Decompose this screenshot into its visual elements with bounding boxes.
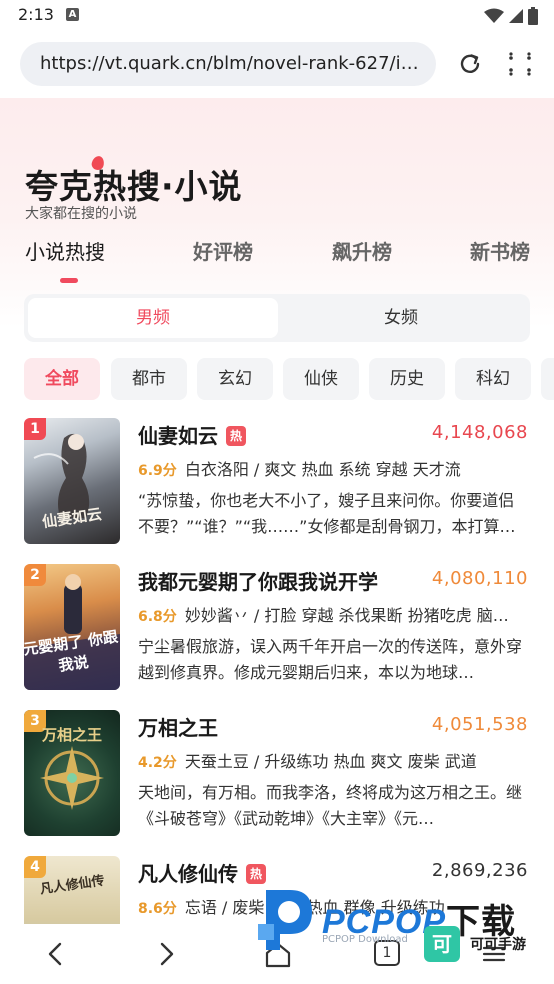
page-subtitle: 大家都在搜的小说 xyxy=(25,206,137,222)
tab-new[interactable]: 新书榜 xyxy=(470,236,530,265)
cover-title: 万相之王 xyxy=(41,726,102,744)
hot-tag: 热 xyxy=(246,864,266,884)
tab-hot[interactable]: 小说热搜 xyxy=(25,236,105,265)
chip-scifi[interactable]: 科幻 xyxy=(455,358,531,400)
status-icons xyxy=(484,7,538,25)
forward-icon[interactable] xyxy=(150,938,182,970)
rank-badge: 2 xyxy=(24,564,46,586)
book-desc: 宁尘暑假旅游，误入两千年开启一次的传送阵，意外穿越到修真界。修成元婴期后归来，本… xyxy=(138,637,523,682)
book-meta: 4.2分 天蚕土豆 / 升级练功 热血 爽文 废柴 武道 xyxy=(138,748,530,772)
status-bar: 2:13 A xyxy=(0,0,554,32)
rank-tabs: 小说热搜 好评榜 飙升榜 新书榜 xyxy=(0,236,554,286)
score: 6.8分 xyxy=(138,609,177,625)
chip-fantasy[interactable]: 玄幻 xyxy=(197,358,273,400)
list-item[interactable]: 3 万相之王 万相之王 4,051,538 4.2分 天蚕土豆 / 升级练功 热血… xyxy=(0,708,554,838)
book-title: 凡人修仙传 xyxy=(138,862,238,886)
reload-icon[interactable] xyxy=(456,50,484,78)
score: 8.6分 xyxy=(138,901,177,917)
chip-all[interactable]: 全部 xyxy=(24,358,100,400)
score: 4.2分 xyxy=(138,755,177,771)
tab-indicator xyxy=(60,278,78,283)
heat-value: 4,051,538 xyxy=(431,714,528,735)
gender-toggle: 男频 女频 xyxy=(24,294,530,342)
url-field[interactable]: https://vt.quark.cn/blm/novel-rank-627/i… xyxy=(20,42,436,86)
heat-value: 4,148,068 xyxy=(431,422,528,443)
chip-more[interactable] xyxy=(541,358,554,400)
chip-urban[interactable]: 都市 xyxy=(111,358,187,400)
book-title: 我都元婴期了你跟我说开学 xyxy=(138,570,378,594)
list-item[interactable]: 4 凡人修仙传 凡人修仙传热 2,869,236 8.6分 忘语 / 废柴 凡人 … xyxy=(0,854,554,924)
list-item[interactable]: 1 仙妻如云 仙妻如云热 4,148,068 6.9分 白衣洛阳 / 爽文 热血 … xyxy=(0,416,554,546)
browser-toolbar: https://vt.quark.cn/blm/novel-rank-627/i… xyxy=(0,32,554,98)
gender-male-option[interactable]: 男频 xyxy=(28,298,278,338)
page-title: 夸克热搜·小说 xyxy=(25,167,243,206)
category-chips: 全部 都市 玄幻 仙侠 历史 科幻 xyxy=(24,358,554,400)
book-title-row[interactable]: 仙妻如云热 xyxy=(138,420,246,449)
author-tags: 忘语 / 废柴 凡人 热血 群像 升级练功 xyxy=(184,898,445,917)
book-meta: 8.6分 忘语 / 废柴 凡人 热血 群像 升级练功 xyxy=(138,894,530,918)
book-title-row[interactable]: 万相之王 xyxy=(138,712,218,741)
notification-icon: A xyxy=(66,8,79,21)
book-meta: 6.8分 妙妙酱丷 / 打脸 穿越 杀伐果断 扮猪吃虎 脑… xyxy=(138,602,530,626)
chip-history[interactable]: 历史 xyxy=(369,358,445,400)
book-title: 仙妻如云 xyxy=(138,424,218,448)
book-title-row[interactable]: 凡人修仙传热 xyxy=(138,858,266,887)
heat-value: 4,080,110 xyxy=(431,568,528,589)
book-desc: 天地间，有万相。而我李洛，终将成为这万相之王。继《斗破苍穹》《武动乾坤》《大主宰… xyxy=(138,783,523,828)
rank-badge: 4 xyxy=(24,856,46,878)
list-item[interactable]: 2 元婴期了 你跟我说 我都元婴期了你跟我说开学 4,080,110 6.8分妙… xyxy=(0,562,554,692)
menu-icon[interactable] xyxy=(506,50,534,78)
tab-rising[interactable]: 飙升榜 xyxy=(332,236,392,265)
signal-icon xyxy=(509,9,523,23)
tab-top-rated[interactable]: 好评榜 xyxy=(193,236,253,265)
book-cover[interactable]: 2 元婴期了 你跟我说 xyxy=(24,564,120,690)
page-content: 夸克热搜·小说 大家都在搜的小说 小说热搜 好评榜 飙升榜 新书榜 男频 女频 … xyxy=(0,98,554,924)
home-icon[interactable] xyxy=(262,938,294,970)
gender-female-option[interactable]: 女频 xyxy=(276,298,526,338)
book-cover[interactable]: 1 仙妻如云 xyxy=(24,418,120,544)
book-cover[interactable]: 3 万相之王 xyxy=(24,710,120,836)
book-title-row[interactable]: 我都元婴期了你跟我说开学 xyxy=(138,566,378,595)
author-tags: 白衣洛阳 / 爽文 热血 系统 穿越 天才流 xyxy=(184,460,461,479)
battery-icon xyxy=(528,7,538,25)
score: 6.9分 xyxy=(138,463,177,479)
author-tags: 天蚕土豆 / 升级练功 热血 爽文 废柴 武道 xyxy=(184,752,477,771)
book-desc: “苏惊蛰，你也老大不小了，嫂子且来问你。你要道侣不要？”“谁？”“我……”女修都… xyxy=(138,491,516,536)
hot-tag: 热 xyxy=(226,426,246,446)
author-tags: 妙妙酱丷 / 打脸 穿越 杀伐果断 扮猪吃虎 脑… xyxy=(184,606,509,625)
book-meta: 6.9分 白衣洛阳 / 爽文 热血 系统 穿越 天才流 xyxy=(138,456,530,480)
book-cover[interactable]: 4 凡人修仙传 xyxy=(24,856,120,924)
wifi-icon xyxy=(484,8,504,23)
bottom-nav: 1 xyxy=(0,924,554,984)
more-icon[interactable] xyxy=(478,938,510,970)
chip-xianxia[interactable]: 仙侠 xyxy=(283,358,359,400)
book-title: 万相之王 xyxy=(138,716,218,740)
rank-badge: 1 xyxy=(24,418,46,440)
tabs-count-button[interactable]: 1 xyxy=(374,940,400,966)
heat-value: 2,869,236 xyxy=(431,860,528,881)
back-icon[interactable] xyxy=(40,938,72,970)
status-time: 2:13 xyxy=(18,5,54,24)
